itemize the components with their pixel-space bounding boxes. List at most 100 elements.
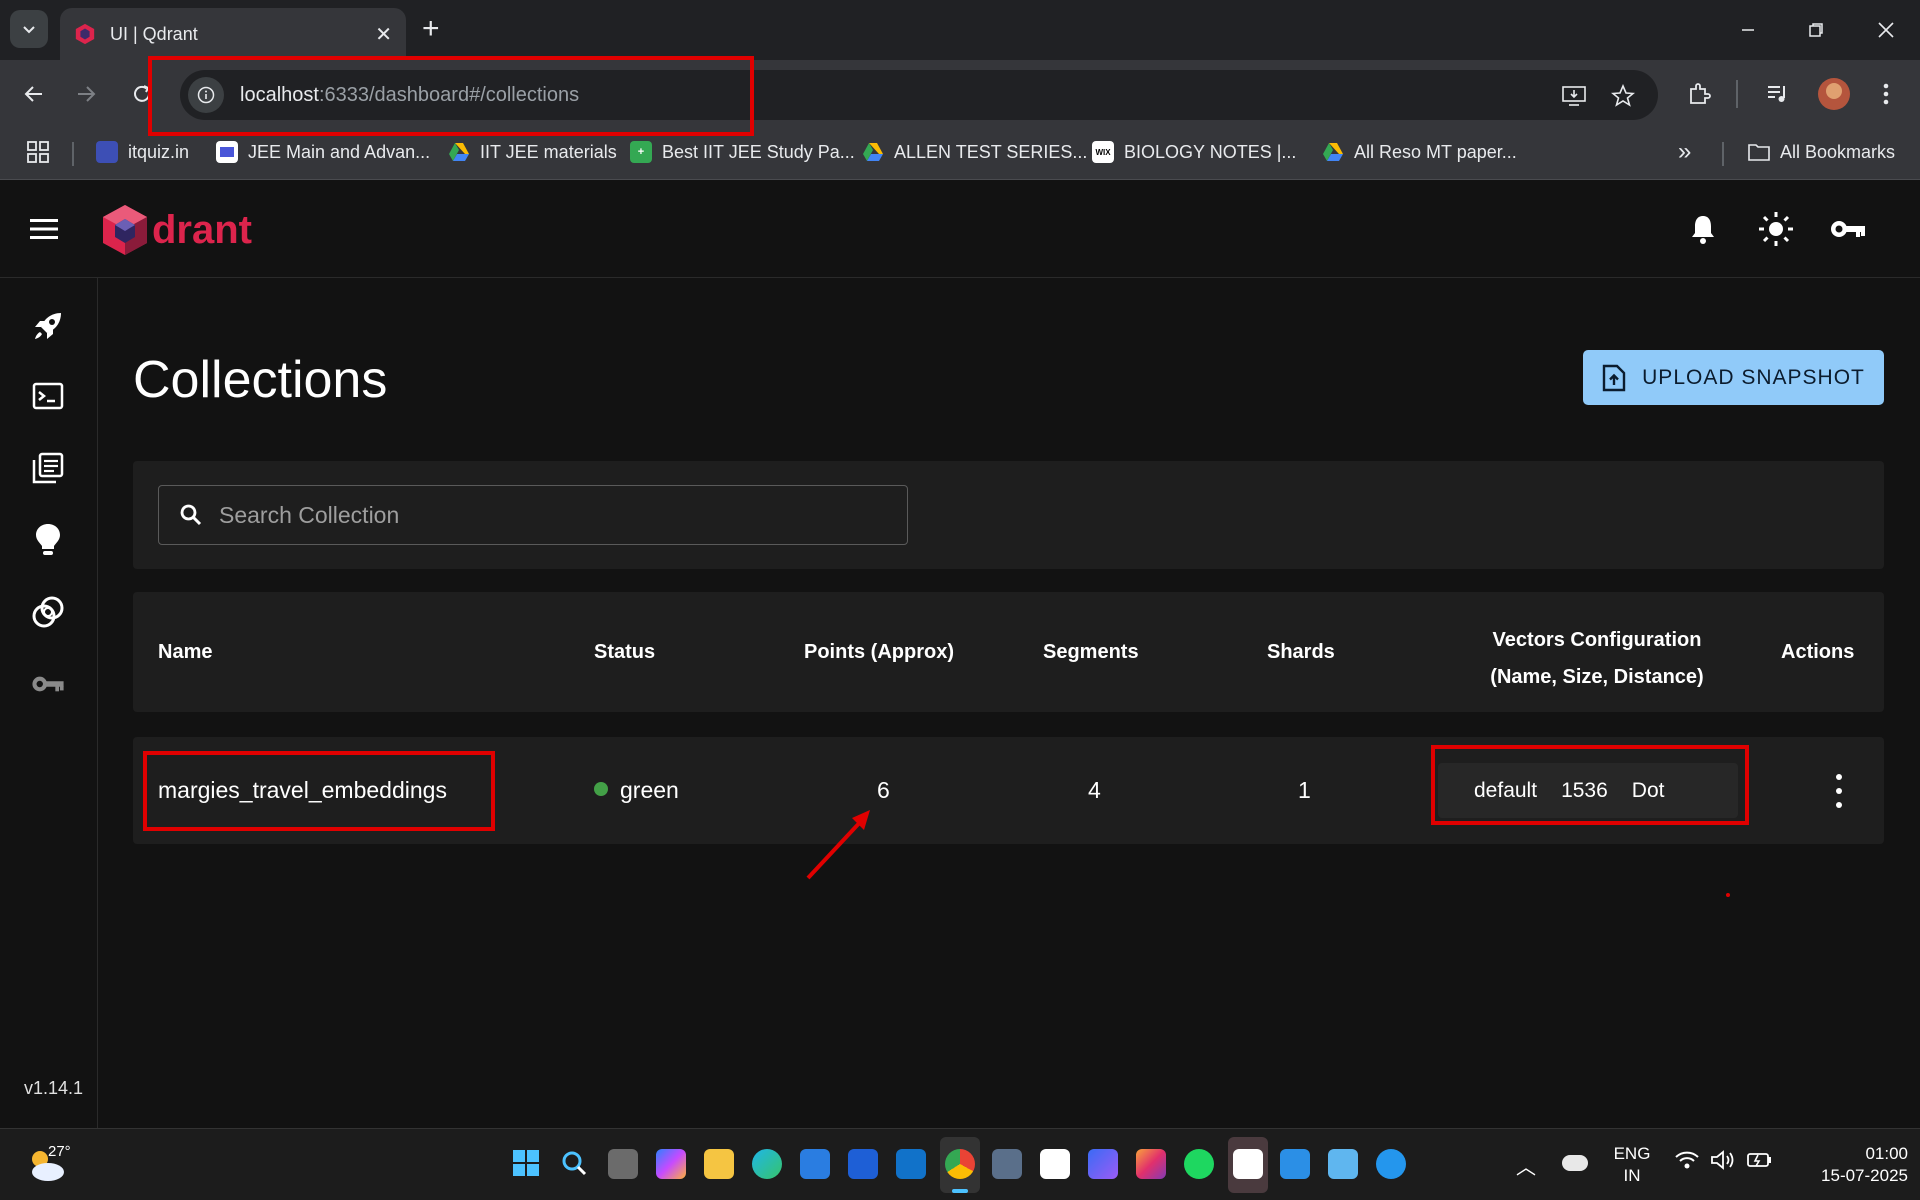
bookmark-label: itquiz.in [128,141,190,162]
apps-grid-icon[interactable] [26,140,50,169]
back-button[interactable] [16,76,52,112]
chrome-running-indicator [952,1189,968,1193]
volume-icon[interactable] [1710,1149,1736,1176]
notifications-bell-icon[interactable] [1688,213,1718,250]
library-books-icon [32,452,64,484]
language-indicator[interactable]: ENG IN [1610,1143,1654,1187]
forward-button[interactable] [68,76,104,112]
profile-avatar[interactable] [1818,78,1850,110]
bookmark-biology-notes[interactable]: WIX BIOLOGY NOTES |... [1092,141,1296,163]
bookmark-iit-jee-materials[interactable]: IIT JEE materials [448,141,617,163]
clock[interactable]: 01:00 15-07-2025 [1796,1143,1908,1187]
browser-tab-strip: UI | Qdrant ✕ + [0,0,1920,60]
start-windows-icon[interactable] [512,1149,542,1179]
battery-icon[interactable] [1746,1149,1774,1176]
tray-overflow-chevron-icon[interactable]: ︿ [1516,1151,1536,1180]
browser-menu-button[interactable] [1868,76,1904,112]
upload-snapshot-button[interactable]: UPLOAD SNAPSHOT [1583,350,1884,405]
minimize-icon [1742,29,1754,31]
rocket-icon [35,313,61,339]
bookmark-itquiz[interactable]: itquiz.in [96,141,189,163]
search-input[interactable] [219,501,879,529]
all-bookmarks-label: All Bookmarks [1780,141,1896,162]
column-header-status[interactable]: Status [594,641,655,664]
puzzle-icon [1690,83,1711,104]
sidebar-item-welcome[interactable] [30,308,66,344]
qdrant-logo[interactable]: drant [100,203,252,257]
sidebar-item-collections[interactable] [30,450,66,486]
new-tab-button[interactable]: + [422,12,440,46]
hamburger-menu-icon[interactable] [30,217,60,246]
bookmark-star-icon[interactable] [1610,83,1636,109]
segments-cell: 4 [1088,777,1101,803]
vscode-icon[interactable] [1280,1149,1310,1179]
restore-button[interactable] [1792,12,1840,48]
more-bookmarks-chevron-icon[interactable]: » [1678,138,1691,166]
wifi-icon[interactable] [1674,1149,1700,1176]
extensions-button[interactable] [1682,76,1718,112]
sidebar-item-access-tokens[interactable] [30,666,66,702]
column-header-segments[interactable]: Segments [1043,641,1139,664]
spotify-icon[interactable] [1184,1149,1214,1179]
language-code: ENG [1613,1144,1651,1163]
microsoft-store-icon[interactable] [800,1149,830,1179]
bookmark-label: JEE Main and Advan... [248,141,431,162]
chrome-icon[interactable] [945,1149,975,1179]
bookmark-all-reso[interactable]: All Reso MT paper... [1322,141,1517,163]
sidebar-item-console[interactable] [30,378,66,414]
search-icon [180,504,202,526]
column-header-name[interactable]: Name [158,641,212,664]
clock-date: 15-07-2025 [1821,1166,1908,1185]
instagram-icon[interactable] [1136,1149,1166,1179]
edge-browser-icon[interactable] [752,1149,782,1179]
upload-snapshot-label: UPLOAD SNAPSHOT [1642,365,1865,389]
outlook-icon[interactable] [896,1149,926,1179]
app-icon[interactable] [848,1149,878,1179]
version-label: v1.14.1 [24,1078,84,1098]
bookmark-best-iit-jee[interactable]: + Best IIT JEE Study Pa... [630,141,855,163]
google-drive-icon [448,141,470,163]
onedrive-cloud-icon[interactable] [1562,1155,1588,1171]
docker-icon[interactable] [1376,1149,1406,1179]
shards-cell: 1 [1298,777,1311,803]
sidebar-item-datasets[interactable] [30,594,66,630]
x-app-icon[interactable] [1040,1149,1070,1179]
tab-title: UI | Qdrant [110,23,198,44]
tab-close-icon[interactable]: ✕ [375,22,392,47]
install-app-icon[interactable] [1561,83,1587,109]
sheets-icon: + [630,141,652,163]
row-actions-menu-icon[interactable] [1824,774,1854,808]
annotation-box-vectors [1431,745,1749,825]
app-icon-2[interactable] [1088,1149,1118,1179]
control-panel-icon[interactable] [992,1149,1022,1179]
wix-favicon-icon: WIX [1092,141,1114,163]
api-key-icon[interactable] [1830,217,1866,246]
bookmarks-divider [72,142,74,166]
app-header: drant [0,181,1920,278]
column-header-vectors[interactable]: Vectors Configuration (Name, Size, Dista… [1468,622,1726,696]
notepad-icon[interactable] [1328,1149,1358,1179]
all-bookmarks-button[interactable]: All Bookmarks [1748,141,1895,163]
task-view-icon[interactable] [608,1149,638,1179]
table-header: Name Status Points (Approx) Segments Sha… [133,592,1884,712]
itquiz-favicon-icon [96,141,118,163]
document-app-icon[interactable] [1233,1149,1263,1179]
file-explorer-icon[interactable] [704,1149,734,1179]
sidebar-item-tutorial[interactable] [30,522,66,558]
minimize-button[interactable] [1724,12,1772,48]
taskbar-search-icon[interactable] [560,1149,590,1179]
media-control-button[interactable] [1760,76,1796,112]
annotation-dot [1726,893,1730,897]
bookmark-jee-main[interactable]: JEE Main and Advan... [216,141,430,163]
tab-search-button[interactable] [10,10,48,48]
theme-toggle-sun-icon[interactable] [1758,211,1794,252]
browser-tab[interactable]: UI | Qdrant ✕ [60,8,406,60]
copilot-icon[interactable] [656,1149,686,1179]
restore-icon [1809,23,1823,37]
temperature-text: 27° [48,1143,71,1160]
column-header-shards[interactable]: Shards [1267,641,1335,664]
bookmark-allen-test-series[interactable]: ALLEN TEST SERIES... [862,141,1087,163]
close-window-button[interactable] [1862,12,1910,48]
column-header-points[interactable]: Points (Approx) [804,641,954,664]
search-field[interactable] [158,485,908,545]
